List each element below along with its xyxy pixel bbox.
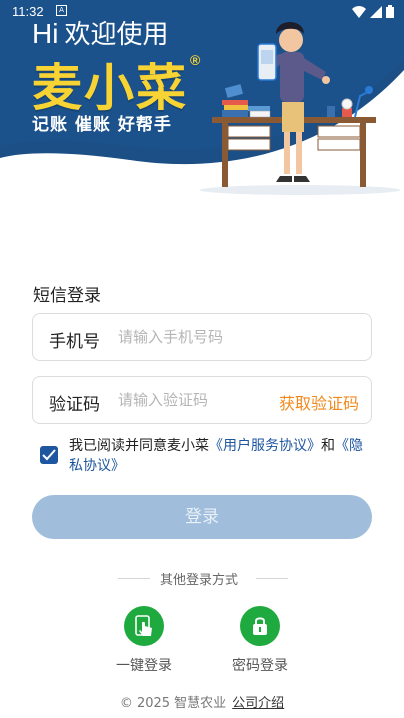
password-login-circle[interactable] <box>240 606 280 646</box>
section-title-sms-login: 短信登录 <box>33 286 101 306</box>
status-bar: 11:32 A <box>0 0 404 22</box>
code-label: 验证码 <box>49 395 100 415</box>
agreement-checkbox[interactable] <box>40 446 58 464</box>
one-key-login-label: 一键登录 <box>116 658 172 674</box>
service-agreement-link[interactable]: 《用户服务协议》 <box>209 438 321 454</box>
phone-label: 手机号 <box>49 332 100 352</box>
checkmark-icon <box>42 449 56 461</box>
phone-input[interactable] <box>118 325 348 349</box>
notification-icon: A <box>56 5 67 16</box>
agreement-prefix: 我已阅读并同意麦小菜 <box>69 438 209 454</box>
brand-text: 麦小菜 <box>32 58 188 117</box>
password-login-label: 密码登录 <box>232 658 288 674</box>
welcome-text: 欢迎使用 <box>64 20 169 50</box>
code-input[interactable] <box>118 388 268 412</box>
status-icons <box>352 5 394 18</box>
one-key-login-button[interactable]: 一键登录 <box>104 606 184 675</box>
phone-field: 手机号 <box>32 313 372 361</box>
agreement-and: 和 <box>321 438 335 454</box>
other-login-divider: 其他登录方式 <box>118 569 288 588</box>
get-code-button[interactable]: 获取验证码 <box>279 390 359 414</box>
status-time: 11:32 <box>12 4 44 19</box>
verification-code-field: 验证码 获取验证码 <box>32 376 372 424</box>
slogan: 记账 催账 好帮手 <box>32 115 172 135</box>
copyright-text: © 2025 智慧农业 <box>119 696 227 711</box>
agreement-text: 我已阅读并同意麦小菜《用户服务协议》和《隐私协议》 <box>69 436 369 476</box>
battery-icon <box>386 5 394 18</box>
hi-text: Hi <box>32 18 59 49</box>
divider-line-right <box>256 578 288 579</box>
trademark-symbol: ® <box>190 52 203 68</box>
one-key-login-circle[interactable] <box>124 606 164 646</box>
lock-icon <box>253 617 267 635</box>
signal-icon <box>370 5 382 18</box>
password-login-button[interactable]: 密码登录 <box>220 606 300 675</box>
tap-hand-icon <box>135 615 152 636</box>
divider-line-left <box>118 578 150 579</box>
other-login-title: 其他登录方式 <box>160 573 239 588</box>
company-intro-link[interactable]: 公司介绍 <box>232 696 284 711</box>
login-button[interactable]: 登录 <box>32 495 372 539</box>
wifi-icon <box>352 5 366 18</box>
footer: © 2025 智慧农业 公司介绍 <box>0 692 404 711</box>
